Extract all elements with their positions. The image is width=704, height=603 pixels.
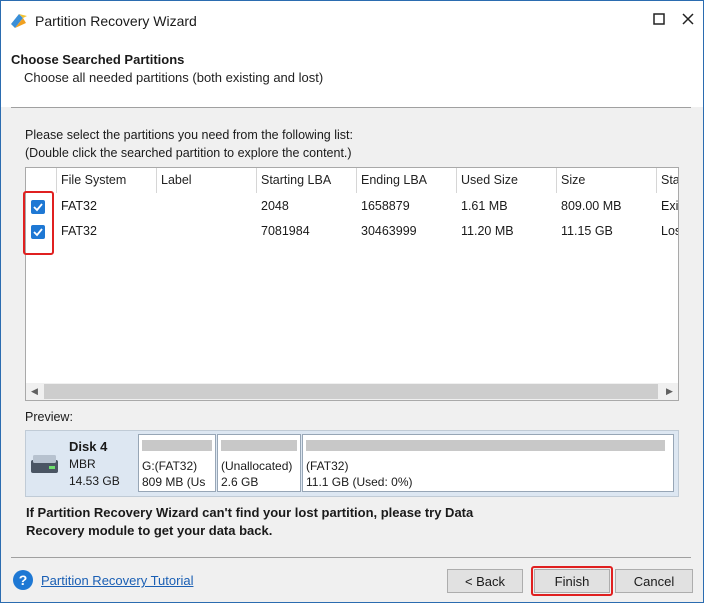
window-title: Partition Recovery Wizard [35,13,197,29]
cell-size: 809.00 MB [561,199,622,213]
partition-name: (Unallocated) [221,459,293,473]
partition-block[interactable]: G:(FAT32) 809 MB (Us [138,434,216,492]
cell-used-size: 1.61 MB [461,199,508,213]
cell-used-size: 11.20 MB [461,224,514,238]
preview-label: Preview: [25,410,73,424]
cancel-button[interactable]: Cancel [615,569,693,593]
partition-usage-bar [142,440,212,451]
cell-ending-lba: 1658879 [361,199,410,213]
column-header-status[interactable]: Sta [657,168,678,193]
tutorial-link[interactable]: Partition Recovery Tutorial [41,573,193,588]
checkbox-highlight [23,191,54,255]
cell-ending-lba: 30463999 [361,224,417,238]
partition-recovery-wizard-window: Partition Recovery Wizard Choose Searche… [0,0,704,603]
column-header-label[interactable]: Label [157,168,257,193]
column-header-starting-lba[interactable]: Starting LBA [257,168,357,193]
disk-type: MBR [69,457,96,471]
partition-detail: 809 MB (Us [142,475,206,489]
horizontal-scrollbar[interactable]: ◀ ▶ [26,383,678,400]
help-icon[interactable]: ? [13,570,33,590]
page-title: Choose Searched Partitions [11,52,185,67]
cell-label [157,195,257,217]
table-row[interactable]: FAT32 2048 1658879 1.61 MB 809.00 MB Exi [26,195,678,217]
instruction-line-2: (Double click the searched partition to … [25,146,352,160]
cell-status: Los [661,224,678,238]
maximize-button[interactable] [647,9,671,33]
page-subtitle: Choose all needed partitions (both exist… [24,70,324,85]
footer-divider [11,557,691,558]
disk-size: 14.53 GB [69,474,120,488]
partition-name: (FAT32) [306,459,349,473]
wizard-header: Choose Searched Partitions Choose all ne… [1,41,703,107]
disk-preview: Disk 4 MBR 14.53 GB G:(FAT32) 809 MB (Us… [25,430,679,497]
cell-starting-lba: 7081984 [261,224,310,238]
instruction-line-1: Please select the partitions you need fr… [25,128,353,142]
column-header-file-system[interactable]: File System [57,168,157,193]
cell-status: Exi [661,199,678,213]
partition-detail: 2.6 GB [221,475,259,489]
partition-usage-bar [221,440,297,451]
app-icon [11,14,27,28]
cell-file-system: FAT32 [61,224,97,238]
column-header-size[interactable]: Size [557,168,657,193]
disk-name: Disk 4 [69,439,108,454]
partition-block[interactable]: (Unallocated) 2.6 GB [217,434,301,492]
cell-file-system: FAT32 [61,199,97,213]
partition-detail: 11.1 GB (Used: 0%) [306,475,413,489]
title-bar: Partition Recovery Wizard [1,1,703,41]
partition-usage-bar [306,440,665,451]
disk-icon [31,455,58,473]
maximize-icon [653,13,665,25]
partition-name: G:(FAT32) [142,459,198,473]
scroll-left-icon[interactable]: ◀ [26,383,43,400]
scroll-right-icon[interactable]: ▶ [661,383,678,400]
header-divider [11,107,691,108]
back-button[interactable]: < Back [447,569,523,593]
cell-size: 11.15 GB [561,224,613,238]
cell-starting-lba: 2048 [261,199,289,213]
partition-block[interactable]: (FAT32) 11.1 GB (Used: 0%) [302,434,674,492]
recovery-hint-message: If Partition Recovery Wizard can't find … [26,505,474,538]
column-header-check[interactable] [26,168,57,193]
scrollbar-thumb[interactable] [44,384,658,399]
table-row[interactable]: FAT32 7081984 30463999 11.20 MB 11.15 GB… [26,220,678,242]
close-icon [682,13,694,25]
column-header-ending-lba[interactable]: Ending LBA [357,168,457,193]
finish-highlight [531,566,613,596]
partition-list[interactable]: File System Label Starting LBA Ending LB… [25,167,679,401]
cell-label [157,220,257,242]
close-button[interactable] [676,9,700,33]
column-header-used-size[interactable]: Used Size [457,168,557,193]
